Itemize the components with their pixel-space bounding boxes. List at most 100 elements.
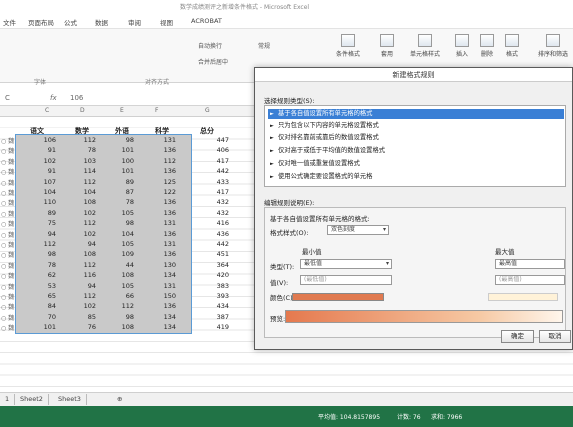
rule-type-item[interactable]: 仅对排名靠前或靠后的数值设置格式 [268, 133, 564, 143]
table-cell[interactable]: 53 [30, 282, 56, 290]
table-cell[interactable]: 136 [150, 250, 176, 258]
total-cell[interactable]: 416 [195, 219, 229, 227]
table-cell[interactable]: 112 [108, 302, 134, 310]
table-row[interactable]: ○ 魏 53 94 105 131 383 [0, 282, 240, 291]
total-cell[interactable]: 432 [195, 209, 229, 217]
insert-button[interactable]: 插入 [455, 34, 469, 58]
table-cell[interactable]: 134 [150, 271, 176, 279]
table-style-button[interactable]: 套用 [380, 34, 394, 58]
total-cell[interactable]: 447 [195, 136, 229, 144]
table-row[interactable]: ○ 魏 91 114 101 136 442 [0, 167, 240, 176]
table-row[interactable]: ○ 魏 75 112 98 131 416 [0, 219, 240, 228]
table-cell[interactable]: 65 [30, 292, 56, 300]
table-cell[interactable]: 66 [108, 292, 134, 300]
table-cell[interactable]: 100 [108, 157, 134, 165]
rule-type-item[interactable]: 只为包含以下内容的单元格设置格式 [268, 121, 564, 131]
table-cell[interactable]: 102 [70, 230, 96, 238]
wrap-text-button[interactable]: 自动换行 [198, 41, 222, 50]
table-cell[interactable]: 112 [70, 261, 96, 269]
table-cell[interactable]: 112 [70, 136, 96, 144]
total-cell[interactable]: 433 [195, 178, 229, 186]
sheet-tab-sheet2[interactable]: Sheet2 [15, 394, 49, 405]
max-value-input[interactable]: (最高值) [495, 275, 565, 285]
table-cell[interactable]: 76 [70, 323, 96, 331]
table-cell[interactable]: 136 [150, 230, 176, 238]
table-row[interactable]: ○ 魏 70 85 98 134 387 [0, 313, 240, 322]
sort-filter-button[interactable]: 排序和筛选 [538, 34, 568, 58]
total-cell[interactable]: 383 [195, 282, 229, 290]
total-cell[interactable]: 442 [195, 167, 229, 175]
table-cell[interactable]: 104 [108, 230, 134, 238]
table-cell[interactable]: 134 [150, 323, 176, 331]
table-cell[interactable]: 78 [108, 198, 134, 206]
table-row[interactable]: ○ 魏 110 108 78 136 432 [0, 198, 240, 207]
name-box[interactable]: C [5, 94, 10, 102]
table-cell[interactable]: 98 [108, 136, 134, 144]
col-header-c[interactable]: C [45, 107, 49, 114]
table-row[interactable]: ○ 魏 89 102 105 136 432 [0, 209, 240, 218]
number-format-select[interactable]: 常规 [258, 41, 270, 50]
header-chinese[interactable]: 语文 [30, 126, 44, 136]
table-cell[interactable]: 108 [108, 271, 134, 279]
table-cell[interactable]: 87 [108, 188, 134, 196]
menu-page-layout[interactable]: 页面布局 [28, 17, 54, 27]
table-cell[interactable]: 102 [70, 209, 96, 217]
table-row[interactable]: ○ 魏 101 76 108 134 419 [0, 323, 240, 332]
table-row[interactable]: ○ 魏 102 103 100 112 417 [0, 157, 240, 166]
max-type-select[interactable]: 最高值 [495, 259, 565, 269]
col-header-e[interactable]: E [120, 107, 124, 114]
table-cell[interactable]: 122 [150, 188, 176, 196]
table-cell[interactable]: 105 [108, 240, 134, 248]
table-cell[interactable]: 62 [30, 271, 56, 279]
col-header-d[interactable]: D [80, 107, 85, 114]
table-cell[interactable]: 150 [150, 292, 176, 300]
ok-button[interactable]: 确定 [501, 330, 534, 343]
rule-type-item[interactable]: 仅对高于或低于平均值的数值设置格式 [268, 146, 564, 156]
table-cell[interactable]: 94 [70, 240, 96, 248]
header-math[interactable]: 数学 [75, 126, 89, 136]
table-cell[interactable]: 136 [150, 209, 176, 217]
table-cell[interactable]: 108 [108, 323, 134, 331]
cancel-button[interactable]: 取消 [539, 330, 571, 343]
table-cell[interactable]: 108 [70, 250, 96, 258]
total-cell[interactable]: 451 [195, 250, 229, 258]
conditional-format-button[interactable]: 条件格式 [336, 34, 360, 58]
table-row[interactable]: ○ 魏 78 112 44 130 364 [0, 261, 240, 270]
table-cell[interactable]: 114 [70, 167, 96, 175]
table-cell[interactable]: 116 [70, 271, 96, 279]
delete-button[interactable]: 删除 [480, 34, 494, 58]
table-cell[interactable]: 136 [150, 146, 176, 154]
menu-data[interactable]: 数据 [95, 17, 108, 27]
col-header-g[interactable]: G [205, 107, 210, 114]
menu-file[interactable]: 文件 [3, 17, 16, 27]
table-cell[interactable]: 89 [30, 209, 56, 217]
table-cell[interactable]: 85 [70, 313, 96, 321]
total-cell[interactable]: 406 [195, 146, 229, 154]
table-row[interactable]: ○ 魏 98 108 109 136 451 [0, 250, 240, 259]
table-cell[interactable]: 125 [150, 178, 176, 186]
total-cell[interactable]: 417 [195, 157, 229, 165]
merge-center-button[interactable]: 合并后居中 [198, 57, 228, 66]
table-cell[interactable]: 105 [108, 282, 134, 290]
min-color-picker[interactable] [292, 293, 384, 301]
table-row[interactable]: ○ 魏 84 102 112 136 434 [0, 302, 240, 311]
table-cell[interactable]: 112 [70, 219, 96, 227]
table-cell[interactable]: 131 [150, 240, 176, 248]
table-cell[interactable]: 108 [70, 198, 96, 206]
table-row[interactable]: ○ 魏 65 112 66 150 393 [0, 292, 240, 301]
table-cell[interactable]: 112 [70, 178, 96, 186]
table-cell[interactable]: 136 [150, 302, 176, 310]
table-cell[interactable]: 105 [108, 209, 134, 217]
header-total[interactable]: 总分 [200, 126, 214, 136]
total-cell[interactable]: 393 [195, 292, 229, 300]
max-color-picker[interactable] [488, 293, 558, 301]
table-cell[interactable]: 104 [30, 188, 56, 196]
table-cell[interactable]: 101 [108, 167, 134, 175]
menu-formulas[interactable]: 公式 [64, 17, 77, 27]
table-cell[interactable]: 130 [150, 261, 176, 269]
table-cell[interactable]: 78 [30, 261, 56, 269]
table-cell[interactable]: 91 [30, 146, 56, 154]
rule-type-item[interactable]: 基于各自值设置所有单元格的格式 [268, 109, 564, 119]
table-cell[interactable]: 101 [108, 146, 134, 154]
add-sheet-icon[interactable]: ⊕ [112, 394, 127, 405]
